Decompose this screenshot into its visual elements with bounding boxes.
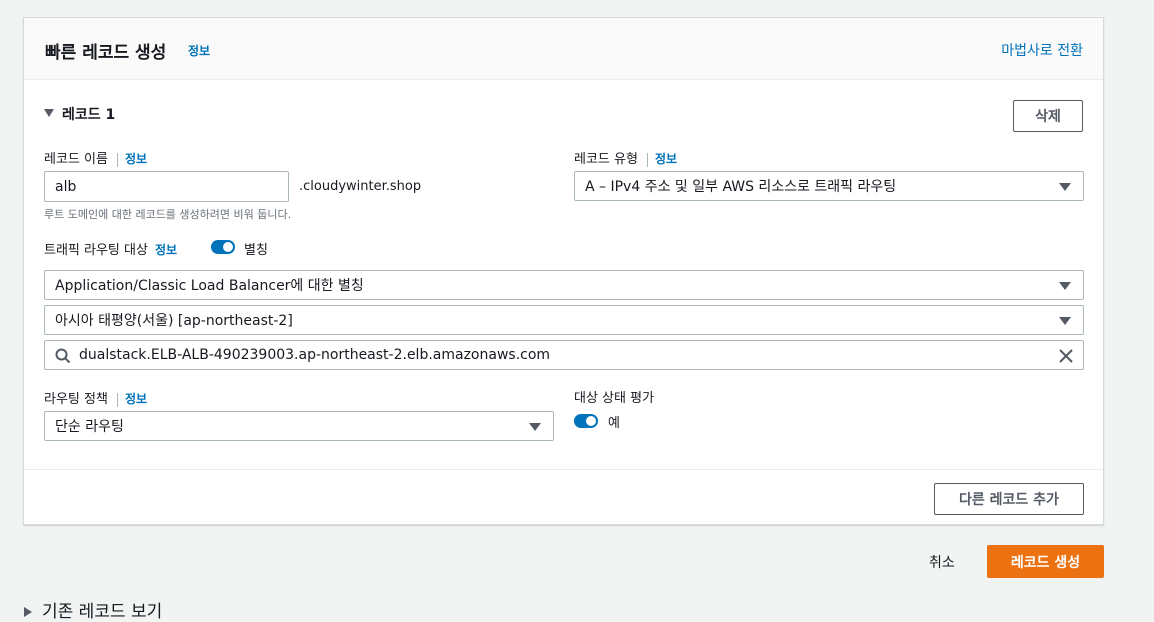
region-select[interactable]: 아시아 태평양(서울) [ap-northeast-2] [44, 305, 1084, 335]
record-type-label: 레코드 유형 정보 [574, 148, 677, 167]
endpoint-value: Application/Classic Load Balancer에 대한 별칭 [55, 278, 364, 294]
create-records-button[interactable]: 레코드 생성 [987, 545, 1104, 578]
chevron-down-icon [529, 423, 541, 431]
routing-policy-value: 단순 라우팅 [55, 419, 124, 435]
alias-label: 별칭 [244, 243, 268, 258]
record-type-select[interactable]: A – IPv4 주소 및 일부 AWS 리소스로 트래픽 라우팅 [574, 171, 1084, 201]
route-target-label-text: 트래픽 라우팅 대상 [44, 243, 148, 258]
health-eval-label: 대상 상태 평가 [574, 391, 655, 406]
record-name-input[interactable]: alb [44, 171, 289, 202]
panel-header: 빠른 레코드 생성 정보 마법사로 전환 [24, 18, 1103, 80]
routing-policy-info-link[interactable]: 정보 [125, 392, 147, 406]
health-eval-toggle[interactable] [574, 414, 598, 428]
view-existing-records-expander[interactable]: 기존 레코드 보기 [24, 597, 162, 622]
caret-down-icon [44, 109, 54, 117]
routing-policy-label: 라우팅 정책 정보 [44, 388, 147, 407]
toggle-knob [223, 242, 233, 252]
chevron-down-icon [1059, 282, 1071, 290]
record-name-label-text: 레코드 이름 [44, 152, 108, 167]
record-type-value: A – IPv4 주소 및 일부 AWS 리소스로 트래픽 라우팅 [585, 179, 897, 195]
toggle-knob [586, 416, 596, 426]
routing-policy-select[interactable]: 단순 라우팅 [44, 411, 554, 441]
record-name-hint: 루트 도메인에 대한 레코드를 생성하려면 비워 둡니다. [44, 208, 292, 221]
route-target-label: 트래픽 라우팅 대상 정보 [44, 239, 177, 258]
load-balancer-value: dualstack.ELB-ALB-490239003.ap-northeast… [79, 347, 551, 363]
route-target-info-link[interactable]: 정보 [155, 243, 177, 257]
view-existing-records-label: 기존 레코드 보기 [42, 602, 163, 622]
add-another-record-button[interactable]: 다른 레코드 추가 [934, 483, 1084, 515]
search-icon [55, 348, 71, 364]
cancel-button[interactable]: 취소 [929, 552, 955, 572]
page-title: 빠른 레코드 생성 [45, 43, 167, 63]
record-type-info-link[interactable]: 정보 [655, 152, 677, 166]
caret-right-icon [24, 607, 32, 617]
health-eval-value: 예 [608, 416, 620, 431]
domain-suffix: .cloudywinter.shop [299, 179, 422, 194]
load-balancer-search-input[interactable]: dualstack.ELB-ALB-490239003.ap-northeast… [44, 340, 1084, 370]
record-type-label-text: 레코드 유형 [574, 152, 638, 167]
clear-icon[interactable] [1059, 349, 1073, 363]
region-value: 아시아 태평양(서울) [ap-northeast-2] [55, 313, 293, 329]
record-1-expander[interactable]: 레코드 1 [44, 104, 115, 124]
alias-toggle[interactable] [211, 240, 235, 254]
chevron-down-icon [1059, 183, 1071, 191]
endpoint-select[interactable]: Application/Classic Load Balancer에 대한 별칭 [44, 270, 1084, 300]
title-info-link[interactable]: 정보 [188, 42, 210, 59]
record-1-title: 레코드 1 [62, 107, 116, 123]
routing-policy-label-text: 라우팅 정책 [44, 392, 108, 407]
switch-to-wizard-link[interactable]: 마법사로 전환 [1001, 40, 1083, 60]
divider [24, 469, 1103, 470]
quick-create-panel: 빠른 레코드 생성 정보 마법사로 전환 레코드 1 삭제 레코드 이름 정보 a… [23, 17, 1104, 525]
chevron-down-icon [1059, 317, 1071, 325]
record-name-info-link[interactable]: 정보 [125, 152, 147, 166]
record-name-label: 레코드 이름 정보 [44, 148, 147, 167]
delete-record-button[interactable]: 삭제 [1013, 100, 1083, 132]
